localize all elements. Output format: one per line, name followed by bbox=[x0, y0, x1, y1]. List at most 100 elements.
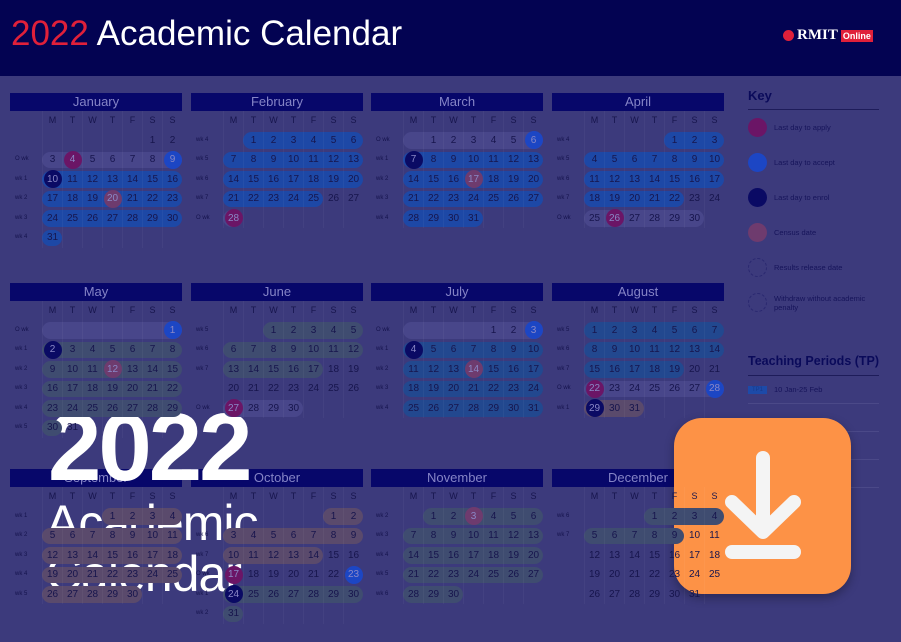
day-cell[interactable]: 6 bbox=[283, 526, 303, 546]
day-cell[interactable]: 29 bbox=[142, 208, 162, 228]
day-cell[interactable]: 25 bbox=[584, 208, 604, 228]
day-cell[interactable]: 12 bbox=[323, 150, 343, 170]
day-cell[interactable]: 16 bbox=[162, 169, 182, 189]
day-cell[interactable]: 2 bbox=[283, 320, 303, 340]
day-cell[interactable]: 23 bbox=[162, 189, 182, 209]
day-cell[interactable]: 5 bbox=[664, 320, 684, 340]
day-cell[interactable]: 23 bbox=[604, 379, 624, 399]
day-cell[interactable]: 17 bbox=[303, 359, 323, 379]
day-cell[interactable]: 14 bbox=[403, 545, 423, 565]
day-cell[interactable]: 23 bbox=[684, 189, 704, 209]
day-cell[interactable]: 30 bbox=[343, 584, 363, 604]
day-cell[interactable]: 1 bbox=[664, 130, 684, 150]
day-cell[interactable]: 8 bbox=[243, 150, 263, 170]
day-cell[interactable]: 2 bbox=[263, 130, 283, 150]
day-cell[interactable]: 11 bbox=[82, 359, 102, 379]
day-cell[interactable]: 10 bbox=[463, 526, 483, 546]
day-cell[interactable]: 18 bbox=[704, 545, 724, 565]
day-cell[interactable]: 7 bbox=[142, 340, 162, 360]
day-cell[interactable]: 17 bbox=[42, 189, 62, 209]
day-cell[interactable]: 22 bbox=[162, 379, 182, 399]
day-cell[interactable]: 18 bbox=[483, 169, 503, 189]
day-cell[interactable]: 21 bbox=[624, 565, 644, 585]
day-cell[interactable]: 12 bbox=[343, 340, 363, 360]
day-cell[interactable]: 15 bbox=[162, 359, 182, 379]
day-cell[interactable]: 16 bbox=[443, 169, 463, 189]
day-cell[interactable]: 24 bbox=[463, 565, 483, 585]
day-cell[interactable]: 2 bbox=[604, 320, 624, 340]
day-cell[interactable]: 8 bbox=[142, 150, 162, 170]
day-cell[interactable]: 24 bbox=[684, 565, 704, 585]
day-cell[interactable]: 23 bbox=[343, 565, 363, 585]
day-cell[interactable]: 26 bbox=[42, 584, 62, 604]
day-cell[interactable]: 11 bbox=[704, 526, 724, 546]
day-cell[interactable]: 6 bbox=[343, 130, 363, 150]
day-cell[interactable]: 5 bbox=[423, 340, 443, 360]
day-cell[interactable]: 25 bbox=[644, 379, 664, 399]
day-cell[interactable]: 1 bbox=[102, 506, 122, 526]
day-cell[interactable]: 17 bbox=[463, 545, 483, 565]
day-cell[interactable]: 6 bbox=[223, 340, 243, 360]
day-cell[interactable]: 6 bbox=[604, 526, 624, 546]
day-cell[interactable]: 26 bbox=[263, 584, 283, 604]
day-cell[interactable]: 10 bbox=[624, 340, 644, 360]
day-cell[interactable]: 25 bbox=[403, 398, 423, 418]
day-cell[interactable]: 27 bbox=[523, 565, 543, 585]
day-cell[interactable]: 20 bbox=[283, 565, 303, 585]
day-cell[interactable]: 3 bbox=[223, 526, 243, 546]
day-cell[interactable]: 26 bbox=[323, 189, 343, 209]
day-cell[interactable]: 3 bbox=[303, 320, 323, 340]
day-cell[interactable]: 7 bbox=[122, 150, 142, 170]
day-cell[interactable]: 14 bbox=[303, 545, 323, 565]
day-cell[interactable]: 27 bbox=[102, 208, 122, 228]
day-cell[interactable]: 20 bbox=[443, 379, 463, 399]
day-cell[interactable]: 4 bbox=[704, 506, 724, 526]
day-cell[interactable]: 15 bbox=[644, 545, 664, 565]
day-cell[interactable]: 22 bbox=[263, 379, 283, 399]
day-cell[interactable]: 29 bbox=[323, 584, 343, 604]
day-cell[interactable]: 23 bbox=[42, 398, 62, 418]
day-cell[interactable]: 5 bbox=[503, 130, 523, 150]
day-cell[interactable]: 28 bbox=[243, 398, 263, 418]
day-cell[interactable]: 17 bbox=[62, 379, 82, 399]
day-cell[interactable]: 20 bbox=[604, 565, 624, 585]
day-cell[interactable]: 27 bbox=[223, 398, 243, 418]
day-cell[interactable]: 28 bbox=[142, 398, 162, 418]
day-cell[interactable]: 25 bbox=[162, 565, 182, 585]
day-cell[interactable]: 29 bbox=[584, 398, 604, 418]
day-cell[interactable]: 17 bbox=[704, 169, 724, 189]
day-cell[interactable]: 9 bbox=[343, 526, 363, 546]
day-cell[interactable]: 16 bbox=[503, 359, 523, 379]
day-cell[interactable]: 23 bbox=[443, 565, 463, 585]
day-cell[interactable]: 1 bbox=[644, 506, 664, 526]
day-cell[interactable]: 24 bbox=[283, 189, 303, 209]
day-cell[interactable]: 12 bbox=[503, 150, 523, 170]
day-cell[interactable]: 13 bbox=[523, 526, 543, 546]
day-cell[interactable]: 13 bbox=[684, 340, 704, 360]
day-cell[interactable]: 28 bbox=[403, 208, 423, 228]
day-cell[interactable]: 3 bbox=[463, 130, 483, 150]
day-cell[interactable]: 4 bbox=[82, 340, 102, 360]
day-cell[interactable]: 28 bbox=[403, 584, 423, 604]
day-cell[interactable]: 27 bbox=[122, 398, 142, 418]
day-cell[interactable]: 5 bbox=[604, 150, 624, 170]
day-cell[interactable]: 30 bbox=[664, 584, 684, 604]
day-cell[interactable]: 1 bbox=[423, 130, 443, 150]
day-cell[interactable]: 3 bbox=[523, 320, 543, 340]
day-cell[interactable]: 11 bbox=[584, 169, 604, 189]
day-cell[interactable]: 7 bbox=[644, 150, 664, 170]
day-cell[interactable]: 25 bbox=[704, 565, 724, 585]
day-cell[interactable]: 1 bbox=[323, 506, 343, 526]
day-cell[interactable]: 7 bbox=[624, 526, 644, 546]
day-cell[interactable]: 14 bbox=[644, 169, 664, 189]
day-cell[interactable]: 16 bbox=[122, 545, 142, 565]
day-cell[interactable]: 1 bbox=[584, 320, 604, 340]
day-cell[interactable]: 21 bbox=[704, 359, 724, 379]
day-cell[interactable]: 22 bbox=[584, 379, 604, 399]
day-cell[interactable]: 30 bbox=[443, 584, 463, 604]
day-cell[interactable]: 27 bbox=[684, 379, 704, 399]
day-cell[interactable]: 25 bbox=[82, 398, 102, 418]
day-cell[interactable]: 9 bbox=[503, 340, 523, 360]
day-cell[interactable]: 21 bbox=[403, 565, 423, 585]
day-cell[interactable]: 19 bbox=[503, 545, 523, 565]
